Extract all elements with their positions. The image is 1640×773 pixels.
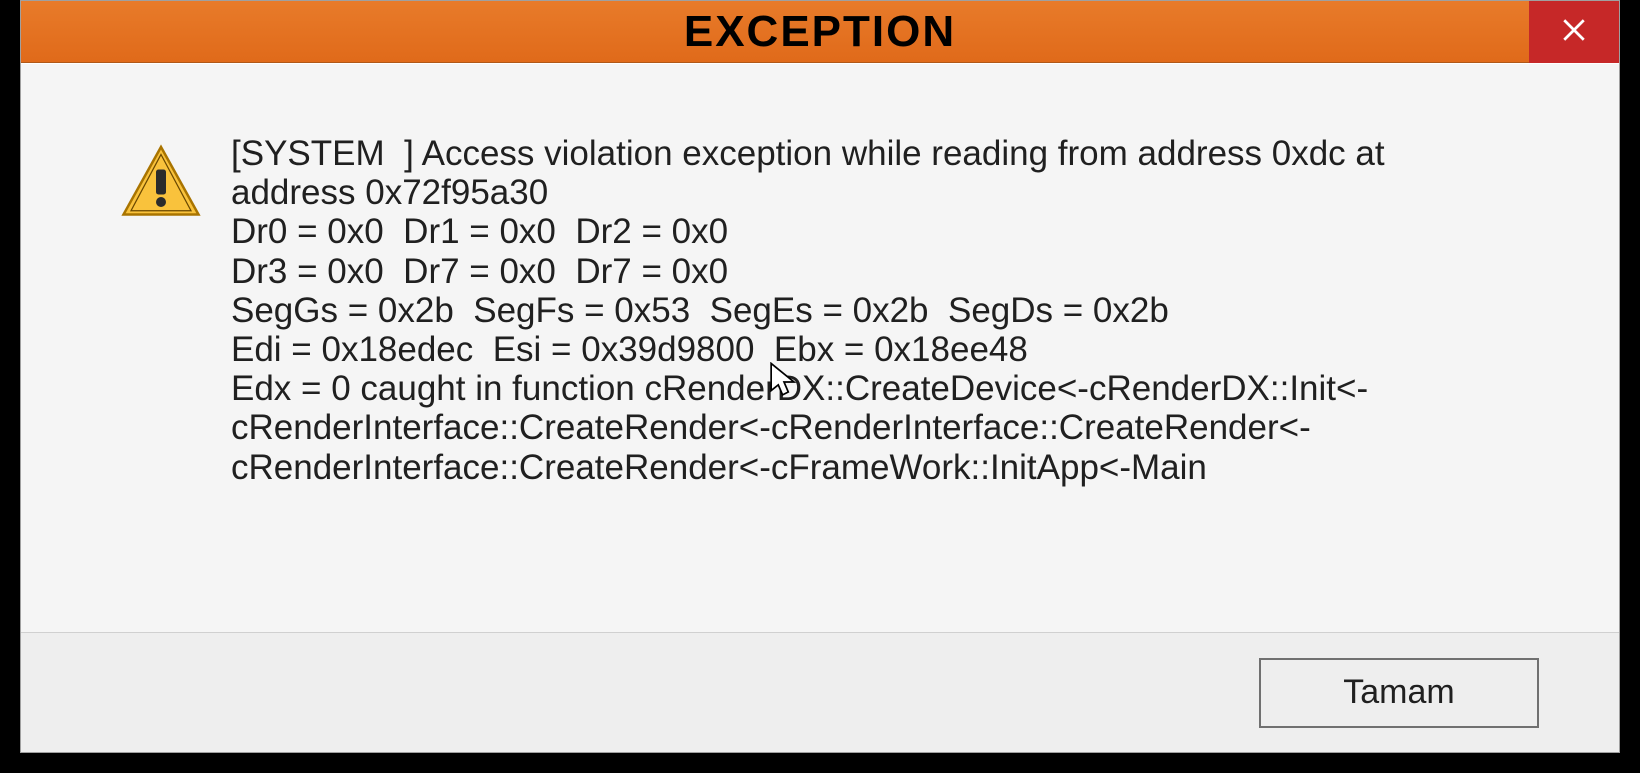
message-row: [SYSTEM ] Access violation exception whi… — [21, 64, 1619, 632]
titlebar[interactable]: EXCEPTION — [21, 1, 1619, 63]
close-button[interactable] — [1529, 1, 1619, 63]
button-row: Tamam — [21, 632, 1619, 752]
ok-button[interactable]: Tamam — [1259, 658, 1539, 728]
exception-dialog: EXCEPTION [SYSTEM ] Access violation exc… — [20, 0, 1620, 753]
close-icon — [1561, 17, 1587, 48]
content-area: [SYSTEM ] Access violation exception whi… — [21, 63, 1619, 752]
warning-icon — [121, 142, 201, 222]
exception-message: [SYSTEM ] Access violation exception whi… — [231, 134, 1431, 487]
window-title: EXCEPTION — [684, 7, 956, 57]
